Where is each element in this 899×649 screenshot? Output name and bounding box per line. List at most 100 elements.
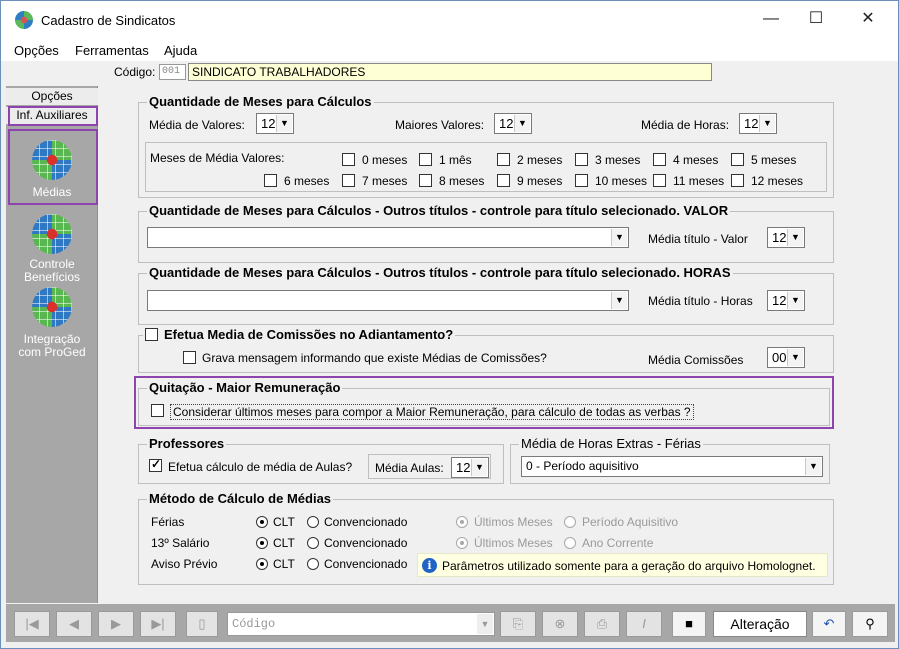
- media-titulo-horas-label: Média título - Horas: [648, 294, 753, 308]
- sidebar-item-integracao-proged[interactable]: Integração com ProGed: [6, 287, 98, 359]
- select-value: 0 - Período aquisitivo: [526, 459, 639, 473]
- prev-icon[interactable]: ◀: [56, 611, 92, 637]
- select-value: 12: [499, 116, 514, 131]
- union-name-field[interactable]: SINDICATO TRABALHADORES: [188, 63, 712, 81]
- media-titulo-horas-select[interactable]: 12 ▼: [767, 290, 805, 311]
- convencionado-label: Convencionado: [324, 536, 408, 550]
- clt-label: CLT: [273, 557, 295, 571]
- meses-checkbox-label: 4 meses: [673, 153, 719, 167]
- next-icon[interactable]: ▶: [98, 611, 134, 637]
- sidebar-item-controle-beneficios[interactable]: Controle Benefícios: [6, 214, 98, 284]
- meses-checkbox-label: 0 meses: [362, 153, 408, 167]
- convencionado-radio[interactable]: [307, 558, 319, 570]
- tab-opcoes[interactable]: Opções: [6, 88, 98, 105]
- media-aulas-select[interactable]: 12 ▼: [451, 457, 489, 478]
- periodo-radio[interactable]: [564, 537, 576, 549]
- meses-checkbox[interactable]: [731, 174, 744, 187]
- ultimos-meses-label: Últimos Meses: [474, 536, 553, 550]
- group-title: Método de Cálculo de Médias: [147, 491, 334, 506]
- group-title-with-checkbox: Efetua Media de Comissões no Adiantament…: [143, 327, 456, 342]
- meses-checkbox-label: 8 meses: [439, 174, 485, 188]
- ultimos-meses-label: Últimos Meses: [474, 515, 553, 529]
- first-icon[interactable]: |◀: [14, 611, 50, 637]
- menu-opcoes[interactable]: Opções: [14, 43, 59, 58]
- clt-radio[interactable]: [256, 558, 268, 570]
- save-icon[interactable]: ■: [672, 611, 706, 637]
- meses-checkbox[interactable]: [342, 174, 355, 187]
- delete-icon[interactable]: ⊗: [542, 611, 578, 637]
- convencionado-label: Convencionado: [324, 515, 408, 529]
- metodo-row-label: 13º Salário: [151, 536, 210, 550]
- meses-checkbox[interactable]: [342, 153, 355, 166]
- close-button[interactable]: ✕: [858, 9, 878, 29]
- meses-checkbox[interactable]: [497, 153, 510, 166]
- convencionado-radio[interactable]: [307, 537, 319, 549]
- meses-checkbox-label: 7 meses: [362, 174, 408, 188]
- last-icon[interactable]: ▶|: [140, 611, 176, 637]
- chevron-down-icon: ▼: [276, 115, 292, 132]
- find-doc-icon[interactable]: ⎘: [500, 611, 536, 637]
- search-binoculars-icon[interactable]: ⚲: [852, 611, 888, 637]
- clt-radio[interactable]: [256, 516, 268, 528]
- meses-checkbox[interactable]: [419, 174, 432, 187]
- meses-checkbox-label: 11 meses: [673, 174, 725, 188]
- select-value: 12: [772, 293, 787, 308]
- meses-checkbox[interactable]: [419, 153, 432, 166]
- group-title: Quantidade de Meses para Cálculos - Outr…: [147, 265, 733, 280]
- grava-mensagem-label: Grava mensagem informando que existe Méd…: [202, 351, 547, 365]
- media-aulas-box: Média Aulas: 12 ▼: [368, 454, 491, 479]
- outros-valor-select[interactable]: ▼: [147, 227, 629, 248]
- meses-checkbox[interactable]: [731, 153, 744, 166]
- comissoes-checkbox[interactable]: [145, 328, 158, 341]
- menu-ferramentas[interactable]: Ferramentas: [75, 43, 149, 58]
- outros-horas-select[interactable]: ▼: [147, 290, 629, 311]
- horas-extras-select[interactable]: 0 - Período aquisitivo ▼: [521, 456, 823, 477]
- title-bar: Cadastro de Sindicatos — ☐ ✕: [1, 1, 898, 39]
- meses-checkbox[interactable]: [575, 174, 588, 187]
- media-horas-select[interactable]: 12 ▼: [739, 113, 777, 134]
- ultimos-meses-radio[interactable]: [456, 516, 468, 528]
- edit-icon[interactable]: I: [626, 611, 662, 637]
- homolognet-info: i Parâmetros utilizado somente para a ge…: [417, 553, 828, 577]
- undo-icon[interactable]: ↶: [812, 611, 846, 637]
- code-number-field[interactable]: 001: [159, 64, 186, 80]
- group-meses-calculo: Quantidade de Meses para Cálculos Média …: [138, 94, 834, 198]
- chevron-down-icon: ▼: [787, 229, 803, 246]
- print-icon[interactable]: ⎙: [584, 611, 620, 637]
- group-meses-media: Meses de Média Valores: 0 meses 1 mês 2 me…: [145, 142, 827, 192]
- meses-checkbox[interactable]: [264, 174, 277, 187]
- maiores-valores-select[interactable]: 12 ▼: [494, 113, 532, 134]
- clt-label: CLT: [273, 515, 295, 529]
- maximize-button[interactable]: ☐: [806, 9, 826, 29]
- bottom-toolbar: |◀ ◀ ▶ ▶| ▯ Código ▼ ⎘ ⊗ ⎙ I ■ Alteração…: [6, 604, 895, 642]
- highlight-tab: [8, 106, 98, 126]
- meses-checkbox-label: 10 meses: [595, 174, 648, 188]
- minimize-button[interactable]: —: [761, 9, 781, 29]
- comissoes-label: Efetua Media de Comissões no Adiantament…: [164, 327, 454, 342]
- ultimos-meses-radio[interactable]: [456, 537, 468, 549]
- meses-checkbox[interactable]: [653, 153, 666, 166]
- clt-radio[interactable]: [256, 537, 268, 549]
- meses-checkbox[interactable]: [575, 153, 588, 166]
- new-doc-icon[interactable]: ▯: [186, 611, 218, 637]
- media-valores-label: Média de Valores:: [149, 118, 245, 132]
- media-titulo-valor-select[interactable]: 12 ▼: [767, 227, 805, 248]
- select-value: 12: [772, 230, 787, 245]
- meses-checkbox[interactable]: [497, 174, 510, 187]
- meses-checkbox[interactable]: [653, 174, 666, 187]
- meses-checkbox-label: 3 meses: [595, 153, 641, 167]
- periodo-radio[interactable]: [564, 516, 576, 528]
- group-horas-extras: Média de Horas Extras - Férias 0 - Perío…: [510, 436, 830, 484]
- chevron-down-icon: ▼: [611, 292, 627, 309]
- metodo-row-label: Férias: [151, 515, 185, 529]
- clt-label: CLT: [273, 536, 295, 550]
- grava-mensagem-checkbox[interactable]: [183, 351, 196, 364]
- chevron-down-icon: ▼: [759, 115, 775, 132]
- convencionado-radio[interactable]: [307, 516, 319, 528]
- media-aulas-checkbox[interactable]: [149, 457, 162, 472]
- code-search-placeholder: Código: [232, 617, 276, 631]
- media-comissoes-select[interactable]: 00 ▼: [767, 347, 805, 368]
- code-search-select[interactable]: Código ▼: [227, 612, 495, 636]
- menu-ajuda[interactable]: Ajuda: [164, 43, 197, 58]
- media-valores-select[interactable]: 12 ▼: [256, 113, 294, 134]
